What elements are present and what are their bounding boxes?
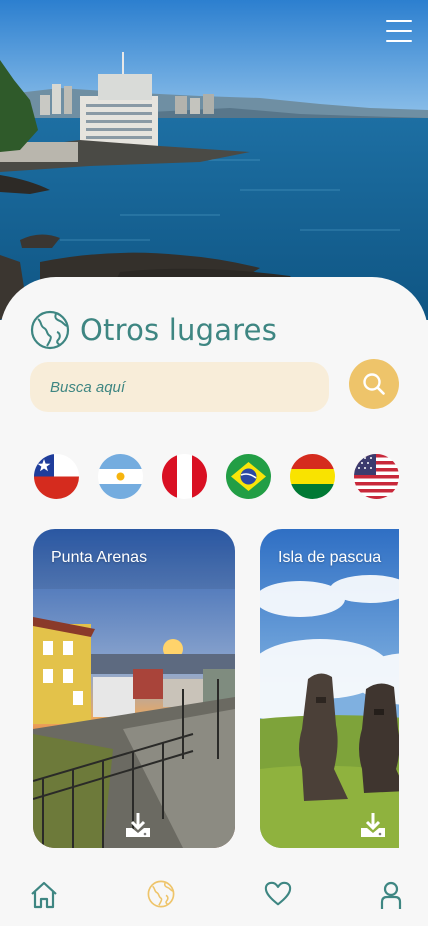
card-title: Punta Arenas [51,549,148,566]
nav-profile[interactable] [378,880,408,910]
bottom-nav [0,862,428,926]
section-header: Otros lugares [30,310,277,350]
country-flags [34,454,400,500]
bolivia-flag-icon[interactable] [290,454,335,499]
globe-icon [147,880,175,908]
search-icon [363,373,385,395]
hamburger-menu-icon[interactable] [386,20,412,44]
argentina-flag-icon[interactable] [98,454,143,499]
peru-flag-icon[interactable] [162,454,207,499]
place-card-isla-de-pascua[interactable]: Isla de pascua [260,529,399,848]
home-icon [31,881,57,909]
places-carousel: Punta Arenas Isla de pascua [33,529,399,849]
card-title: Isla de pascua [278,549,382,566]
page-title: Otros lugares [80,313,278,347]
download-icon[interactable] [123,810,153,840]
brazil-flag-icon[interactable] [226,454,271,499]
nav-home[interactable] [29,880,59,910]
download-icon[interactable] [358,810,388,840]
place-card-punta-arenas[interactable]: Punta Arenas [33,529,235,848]
user-icon [380,881,402,909]
isla-de-pascua-photo [260,529,399,848]
nav-places[interactable] [147,880,177,910]
search-button[interactable] [349,359,399,409]
globe-icon [30,310,70,350]
search-input[interactable] [30,362,329,412]
heart-icon [264,881,292,906]
hero-image [0,0,428,320]
nav-favorites[interactable] [264,880,294,910]
usa-flag-icon[interactable] [354,454,399,499]
chile-flag-icon[interactable] [34,454,79,499]
punta-arenas-photo [33,529,235,848]
